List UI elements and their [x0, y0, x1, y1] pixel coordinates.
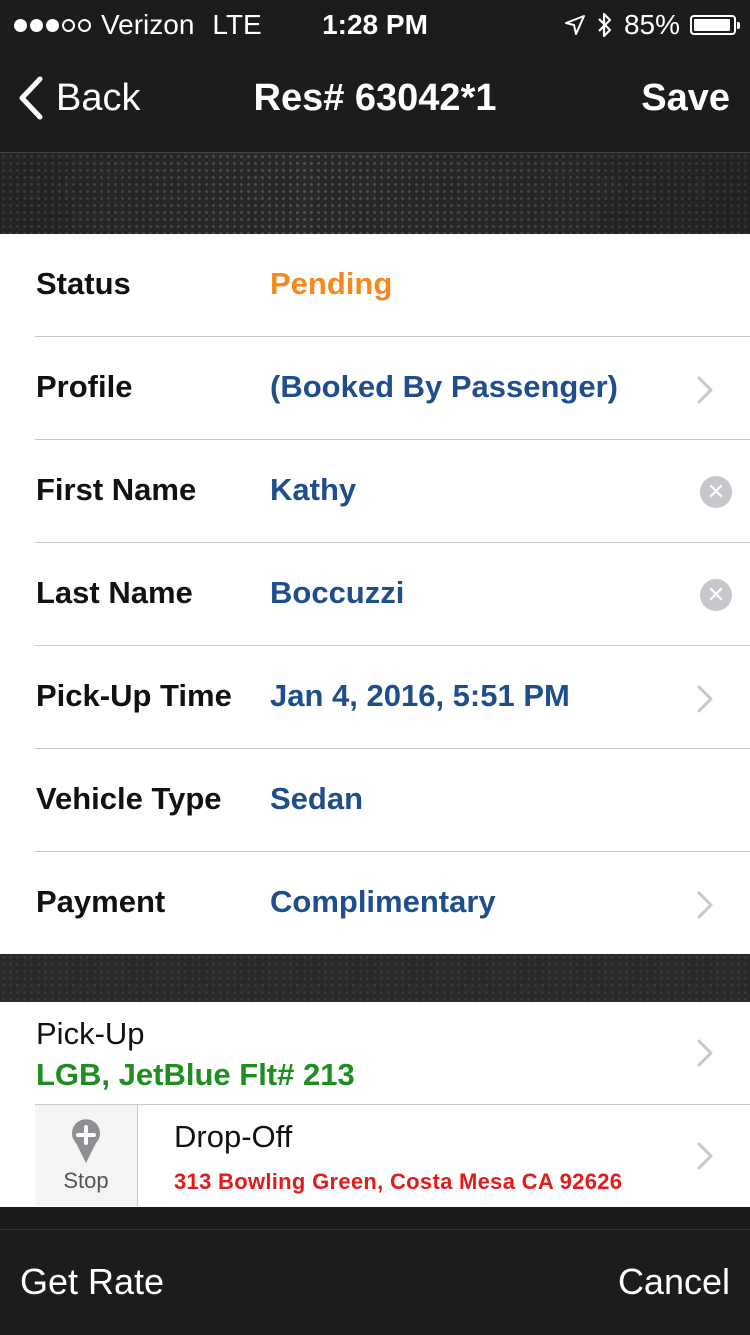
chevron-right-icon — [697, 1142, 713, 1170]
last-name-field[interactable]: Boccuzzi — [270, 575, 404, 611]
payment-row[interactable]: Payment Complimentary — [0, 852, 750, 955]
section-divider — [0, 954, 750, 1002]
profile-value: (Booked By Passenger) — [270, 369, 618, 404]
header-banner — [0, 152, 750, 235]
chevron-right-icon — [697, 685, 713, 713]
vehicle-type-value: Sedan — [270, 781, 364, 816]
vehicle-type-row[interactable]: Vehicle Type Sedan — [0, 749, 750, 852]
payment-label: Payment — [36, 884, 166, 919]
map-pin-plus-icon — [72, 1119, 100, 1163]
pickup-time-label: Pick-Up Time — [36, 678, 232, 713]
pickup-value: LGB, JetBlue Flt# 213 — [36, 1057, 355, 1092]
pickup-label: Pick-Up — [36, 1016, 145, 1051]
cancel-button[interactable]: Cancel — [618, 1261, 730, 1303]
status-row: Status Pending — [0, 234, 750, 337]
status-label: Status — [36, 266, 131, 301]
dropoff-label: Drop-Off — [174, 1119, 293, 1154]
battery-icon — [690, 15, 740, 35]
dropoff-location-row[interactable]: Stop Drop-Off 313 Bowling Green, Costa M… — [0, 1105, 750, 1207]
chevron-left-icon — [19, 76, 43, 120]
clear-last-name-icon[interactable]: ✕ — [700, 579, 732, 611]
status-icons: 85% — [564, 9, 740, 41]
payment-value: Complimentary — [270, 884, 496, 919]
vehicle-type-label: Vehicle Type — [36, 781, 222, 816]
status-bar: Verizon LTE 1:28 PM 85% — [0, 0, 750, 50]
get-rate-button[interactable]: Get Rate — [20, 1261, 164, 1303]
back-button[interactable]: Back — [18, 76, 140, 120]
bluetooth-icon — [598, 12, 612, 38]
location-arrow-icon — [564, 15, 585, 35]
status-value: Pending — [270, 266, 393, 301]
reservation-form: Status Pending Profile (Booked By Passen… — [0, 234, 750, 954]
profile-row[interactable]: Profile (Booked By Passenger) — [0, 337, 750, 440]
add-stop-button[interactable]: Stop — [35, 1105, 138, 1206]
first-name-field[interactable]: Kathy — [270, 472, 356, 508]
chevron-right-icon — [697, 1039, 713, 1067]
clear-first-name-icon[interactable]: ✕ — [700, 476, 732, 508]
pickup-time-value: Jan 4, 2016, 5:51 PM — [270, 678, 570, 713]
chevron-right-icon — [697, 376, 713, 404]
save-button[interactable]: Save — [641, 77, 730, 120]
stop-label: Stop — [63, 1168, 109, 1193]
pickup-time-row[interactable]: Pick-Up Time Jan 4, 2016, 5:51 PM — [0, 646, 750, 749]
dropoff-value: 313 Bowling Green, Costa Mesa CA 92626 — [174, 1169, 623, 1194]
navigation-bar: Back Res# 63042*1 Save — [0, 50, 750, 152]
back-label: Back — [56, 76, 141, 119]
first-name-label: First Name — [36, 472, 197, 507]
bottom-toolbar: Get Rate Cancel — [0, 1229, 750, 1335]
profile-label: Profile — [36, 369, 133, 404]
last-name-row: Last Name Boccuzzi ✕ — [0, 543, 750, 646]
last-name-label: Last Name — [36, 575, 193, 610]
battery-percent: 85% — [623, 9, 680, 40]
pickup-location-row[interactable]: Pick-Up LGB, JetBlue Flt# 213 — [0, 1002, 750, 1105]
first-name-row: First Name Kathy ✕ — [0, 440, 750, 543]
chevron-right-icon — [697, 891, 713, 919]
